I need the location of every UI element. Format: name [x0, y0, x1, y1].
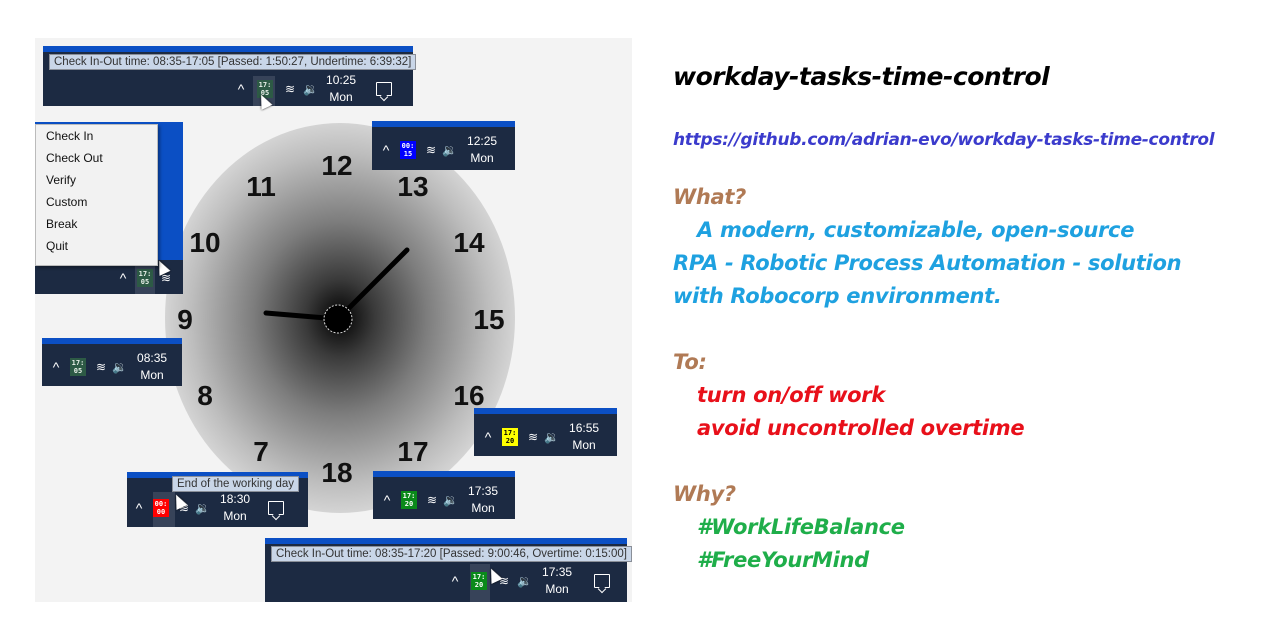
- volume-icon[interactable]: 🔉: [544, 430, 559, 444]
- what-line: with Robocorp environment.: [673, 284, 1002, 308]
- taskbar-top: ^ 17: 05 ≋ 🔉 10:25 Mon Check In-Out time: …: [43, 46, 417, 110]
- notification-icon[interactable]: [594, 574, 611, 588]
- why-heading: Why?: [673, 482, 736, 506]
- menu-item-quit[interactable]: Quit: [36, 235, 157, 257]
- taskbar-clock[interactable]: 18:30 Mon: [220, 491, 250, 525]
- taskbar-warning: ^ 17: 20 ≋ 🔉 16:55 Mon: [474, 408, 617, 456]
- system-tray: ^ 00: 15 ≋ 🔉 12:25 Mon: [378, 133, 497, 167]
- chevron-up-icon[interactable]: ^: [378, 142, 394, 158]
- system-tray: ^ 17: 05 ≋ 🔉 08:35 Mon: [48, 350, 167, 384]
- notification-icon[interactable]: [376, 82, 393, 96]
- timer-badge[interactable]: 17: 20: [401, 491, 417, 509]
- what-line: RPA - Robotic Process Automation - solut…: [673, 251, 1182, 275]
- taskbar-clock[interactable]: 16:55 Mon: [569, 420, 599, 454]
- notification-icon[interactable]: [268, 501, 285, 515]
- system-tray: ^ 17: 20 ≋ 🔉 17:35 Mon: [447, 564, 611, 598]
- volume-icon[interactable]: 🔉: [442, 143, 457, 157]
- status-tooltip: Check In-Out time: 08:35-17:20 [Passed: …: [271, 546, 632, 562]
- to-heading: To:: [673, 350, 707, 374]
- taskbar-accent-strip: [265, 538, 627, 544]
- what-line: A modern, customizable, open-source: [697, 218, 1135, 242]
- status-tooltip: Check In-Out time: 08:35-17:05 [Passed: …: [49, 54, 417, 70]
- taskbar-end: ^ 00: 00 ≋ 🔉 18:30 Mon End of the working …: [127, 472, 308, 527]
- clock-center: [323, 304, 353, 334]
- timer-badge[interactable]: 17: 05: [70, 358, 86, 376]
- taskbar-accent-strip: [373, 471, 515, 477]
- taskbar-overtime: ^ 17: 20 ≋ 🔉 17:35 Mon: [373, 471, 515, 519]
- menu-item-verify[interactable]: Verify: [36, 169, 157, 191]
- wifi-icon[interactable]: ≋: [96, 360, 106, 374]
- volume-icon[interactable]: 🔉: [517, 574, 532, 588]
- chevron-up-icon[interactable]: ^: [131, 500, 147, 516]
- taskbar-start: ^ 17: 05 ≋ 🔉 08:35 Mon: [42, 338, 182, 386]
- wifi-icon[interactable]: ≋: [528, 430, 538, 444]
- taskbar-accent-strip: [372, 121, 515, 127]
- why-line: #WorkLifeBalance: [697, 515, 905, 539]
- wifi-icon[interactable]: ≋: [285, 82, 295, 96]
- why-line: #FreeYourMind: [697, 548, 869, 572]
- minute-hand: [335, 247, 410, 322]
- chevron-up-icon[interactable]: ^: [480, 429, 496, 445]
- menu-item-custom[interactable]: Custom: [36, 191, 157, 213]
- taskbar-accent-strip: [43, 46, 413, 52]
- system-tray: ^ 17: 20 ≋ 🔉 17:35 Mon: [379, 483, 498, 517]
- volume-icon[interactable]: 🔉: [112, 360, 127, 374]
- wifi-icon[interactable]: ≋: [427, 493, 437, 507]
- taskbar-accent-strip: [42, 338, 182, 344]
- taskbar-bottom: ^ 17: 20 ≋ 🔉 17:35 Mon Check In-Out time: …: [265, 538, 632, 602]
- screenshot-collage: 12 13 14 15 16 17 18 7 8 9 10 11 ^ 17: 05…: [35, 38, 632, 602]
- volume-icon[interactable]: 🔉: [443, 493, 458, 507]
- menu-item-check-in[interactable]: Check In: [36, 125, 157, 147]
- taskbar-break: ^ 00: 15 ≋ 🔉 12:25 Mon: [372, 121, 515, 170]
- status-tooltip: End of the working day: [172, 476, 299, 492]
- timer-badge[interactable]: 00: 00: [153, 499, 169, 517]
- chevron-up-icon[interactable]: ^: [48, 359, 64, 375]
- context-menu: Check In Check Out Verify Custom Break Q…: [35, 124, 158, 266]
- project-title: workday-tasks-time-control: [673, 62, 1050, 91]
- taskbar-accent-strip: [474, 408, 617, 414]
- taskbar-clock[interactable]: 08:35 Mon: [137, 350, 167, 384]
- volume-icon[interactable]: 🔉: [303, 82, 318, 96]
- chevron-up-icon[interactable]: ^: [379, 492, 395, 508]
- to-line: avoid uncontrolled overtime: [697, 416, 1025, 440]
- volume-icon[interactable]: 🔉: [195, 501, 210, 515]
- taskbar-clock[interactable]: 17:35 Mon: [542, 564, 572, 598]
- chevron-up-icon[interactable]: ^: [233, 81, 249, 97]
- timer-badge[interactable]: 17: 20: [471, 572, 487, 590]
- timer-badge[interactable]: 00: 15: [400, 141, 416, 159]
- chevron-up-icon[interactable]: ^: [447, 573, 463, 589]
- taskbar-clock[interactable]: 12:25 Mon: [467, 133, 497, 167]
- taskbar-clock[interactable]: 10:25 Mon: [326, 72, 356, 106]
- what-heading: What?: [673, 185, 747, 209]
- menu-item-break[interactable]: Break: [36, 213, 157, 235]
- to-line: turn on/off work: [697, 383, 886, 407]
- timer-badge[interactable]: 17: 05: [137, 269, 153, 287]
- menu-item-check-out[interactable]: Check Out: [36, 147, 157, 169]
- system-tray: ^ 00: 00 ≋ 🔉 18:30 Mon: [131, 490, 285, 526]
- timer-badge[interactable]: 17: 20: [502, 428, 518, 446]
- project-url-link[interactable]: https://github.com/adrian-evo/workday-ta…: [673, 130, 1215, 150]
- system-tray: ^ 17: 20 ≋ 🔉 16:55 Mon: [480, 420, 599, 454]
- taskbar-clock[interactable]: 17:35 Mon: [468, 483, 498, 517]
- wifi-icon[interactable]: ≋: [426, 143, 436, 157]
- chevron-up-icon[interactable]: ^: [115, 270, 131, 286]
